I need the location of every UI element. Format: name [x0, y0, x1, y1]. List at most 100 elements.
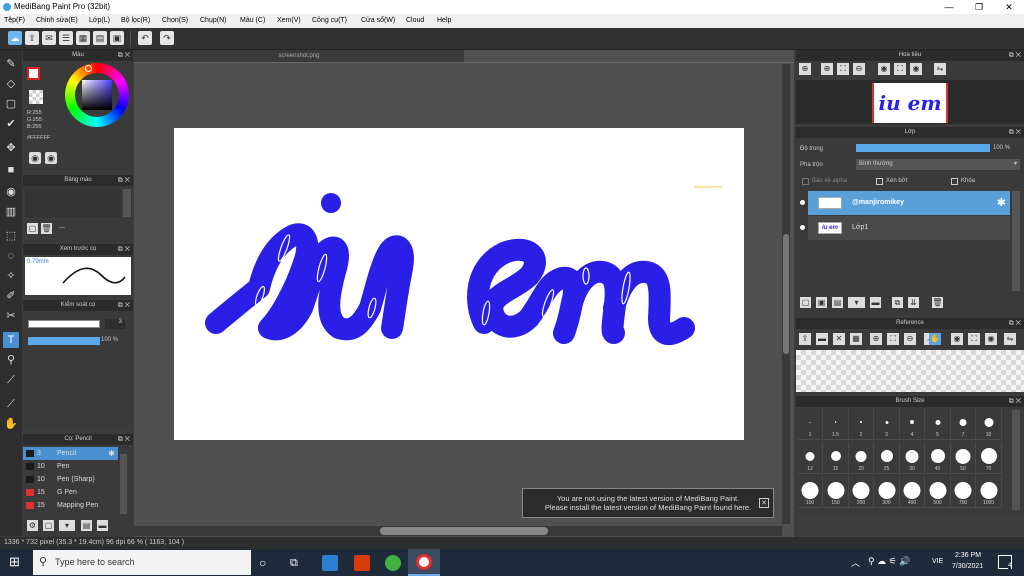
layer-row[interactable]: @manjiromikey ✱: [800, 191, 1010, 215]
bucket-tool-icon[interactable]: ◉: [3, 184, 19, 200]
medibang-taskbar-button[interactable]: [408, 549, 440, 576]
panel-buttons[interactable]: ⧉ ✕: [118, 244, 130, 255]
folder-icon[interactable]: ▬: [870, 297, 881, 308]
menu-layer[interactable]: Lớp(L): [89, 17, 110, 24]
panel-buttons[interactable]: ⧉ ✕: [118, 434, 130, 445]
brush-size-option[interactable]: 300: [874, 476, 900, 508]
brush-size-value[interactable]: 3: [105, 319, 125, 329]
undo-icon[interactable]: ↶: [138, 31, 152, 45]
brush-item[interactable]: 15 G Pen: [23, 486, 118, 499]
rotate-right-icon[interactable]: ◉: [985, 333, 997, 345]
pen-tool-icon[interactable]: ✎: [3, 56, 19, 72]
brush-size-option[interactable]: 700: [951, 476, 976, 508]
brush-size-option[interactable]: 70: [976, 442, 1002, 474]
text-tool-icon[interactable]: T: [3, 332, 19, 348]
canvas-horizontal-scrollbar[interactable]: [134, 526, 782, 536]
close-notification-icon[interactable]: ✕: [759, 498, 769, 508]
browser-icon[interactable]: [385, 555, 401, 571]
panel-buttons[interactable]: ⧉ ✕: [1009, 50, 1021, 61]
task-view-icon[interactable]: ⧉: [290, 555, 306, 571]
palette-swatch-area[interactable]: [25, 189, 121, 217]
zoom-in-icon[interactable]: ⊕: [870, 333, 882, 345]
rotate-right-icon[interactable]: ◉: [910, 63, 922, 75]
palette-scrollbar[interactable]: [123, 189, 131, 217]
layer-opacity-slider[interactable]: [856, 144, 990, 152]
drawing-canvas[interactable]: @manjiromikey: [174, 128, 744, 440]
menu-select[interactable]: Chọn(S): [162, 17, 188, 24]
reference-image-area[interactable]: [796, 350, 1024, 392]
chat-icon[interactable]: ☰: [59, 31, 73, 45]
clipping-checkbox[interactable]: [876, 178, 883, 185]
brush-size-option[interactable]: 150: [823, 476, 849, 508]
brush-item[interactable]: 10 Pen (Sharp): [23, 473, 118, 486]
brush-folder-icon[interactable]: ▬: [97, 520, 108, 531]
brush-doc-icon[interactable]: ▤: [81, 520, 92, 531]
brush-size-option[interactable]: 10: [976, 408, 1002, 440]
select-rect-icon[interactable]: ▢: [3, 96, 19, 112]
layer-row[interactable]: iu em Lớp1: [800, 216, 1010, 240]
select-eraser-icon[interactable]: ✂: [3, 308, 19, 324]
mail-icon[interactable]: [322, 555, 338, 571]
gallery-icon[interactable]: ▦: [76, 31, 90, 45]
close-button[interactable]: ✕: [994, 0, 1024, 14]
protect-alpha-checkbox[interactable]: [802, 178, 809, 185]
document-tab[interactable]: screenshot.png: [134, 50, 464, 62]
brush-size-scrollbar[interactable]: [1012, 410, 1020, 510]
layout-icon[interactable]: ▤: [93, 31, 107, 45]
brush-size-option[interactable]: 12: [798, 442, 823, 474]
foreground-color-swatch[interactable]: [27, 67, 40, 80]
panel-buttons[interactable]: ⧉ ✕: [1009, 127, 1021, 138]
brush-size-option[interactable]: 50: [951, 442, 976, 474]
delete-palette-icon[interactable]: 🗑: [41, 223, 52, 234]
brush-size-option[interactable]: 400: [900, 476, 925, 508]
brush-size-option[interactable]: 2: [849, 408, 874, 440]
brush-item[interactable]: 3 Pencil ✱: [23, 447, 118, 460]
new-layer-icon[interactable]: ▢: [800, 297, 811, 308]
clock-time[interactable]: 2:36 PM: [955, 552, 981, 559]
hand-tool-icon[interactable]: ✋: [3, 416, 19, 432]
chevron-up-icon[interactable]: ︿: [851, 556, 860, 569]
menu-capture[interactable]: Chụp(N): [200, 17, 226, 24]
taskbar-search-box[interactable]: ⚲ Type here to search: [33, 550, 251, 575]
panel-buttons[interactable]: ⧉ ✕: [118, 175, 130, 186]
gradient-tool-icon[interactable]: ▥: [3, 204, 19, 220]
gear-icon[interactable]: ✱: [108, 447, 115, 460]
panel-buttons[interactable]: ⧉ ✕: [118, 300, 130, 311]
reset-view-icon[interactable]: ⛶: [894, 63, 906, 75]
brush-settings-icon[interactable]: ⚙: [27, 520, 38, 531]
language-indicator[interactable]: VIE: [932, 558, 943, 565]
transparent-color-swatch[interactable]: [29, 90, 43, 104]
menu-cloud[interactable]: Cloud: [406, 17, 424, 24]
canvas-vertical-scrollbar[interactable]: [782, 64, 790, 524]
cloud-icon[interactable]: ☁: [8, 31, 22, 45]
zoom-out-icon[interactable]: ⊖: [904, 333, 916, 345]
comment-icon[interactable]: ✉: [42, 31, 56, 45]
palette-add-icon[interactable]: ◉: [45, 152, 57, 164]
brush-item[interactable]: 10 Pen: [23, 460, 118, 473]
add-brush-icon[interactable]: ▢: [43, 520, 54, 531]
panel-buttons[interactable]: ⧉ ✕: [1009, 396, 1021, 407]
merge-layer-icon[interactable]: ⇊: [908, 297, 919, 308]
visibility-eye-icon[interactable]: [800, 200, 805, 205]
zoom-in-icon[interactable]: ⊕: [821, 63, 833, 75]
fit-icon[interactable]: ⛶: [887, 333, 899, 345]
menu-edit[interactable]: Chỉnh sửa(E): [36, 17, 78, 24]
move-tool-icon[interactable]: ✥: [3, 140, 19, 156]
system-tray-icons[interactable]: ⚲ ☁ ⚟ 🔊: [868, 556, 910, 567]
update-notification[interactable]: You are not using the latest version of …: [522, 488, 774, 518]
magic-wand-icon[interactable]: ✧: [3, 268, 19, 284]
zoom-in-icon[interactable]: ⊕: [799, 63, 811, 75]
menu-tools[interactable]: Công cụ(T): [312, 17, 347, 24]
operation-tool-icon[interactable]: ⚲: [3, 352, 19, 368]
saturation-square[interactable]: [82, 80, 112, 110]
flip-icon[interactable]: ⇋: [1004, 333, 1016, 345]
brush-size-option[interactable]: 30: [900, 442, 925, 474]
flip-icon[interactable]: ⇋: [934, 63, 946, 75]
new-1bit-layer-icon[interactable]: ▤: [832, 297, 843, 308]
brush-size-option[interactable]: 1.5: [823, 408, 849, 440]
brush-item[interactable]: 15 Mapping Pen: [23, 499, 118, 512]
lock-checkbox[interactable]: [951, 178, 958, 185]
reset-view-icon[interactable]: ⛶: [968, 333, 980, 345]
blend-mode-select[interactable]: Bình thường ▾: [856, 159, 1020, 170]
upload-icon[interactable]: ⇪: [799, 333, 811, 345]
